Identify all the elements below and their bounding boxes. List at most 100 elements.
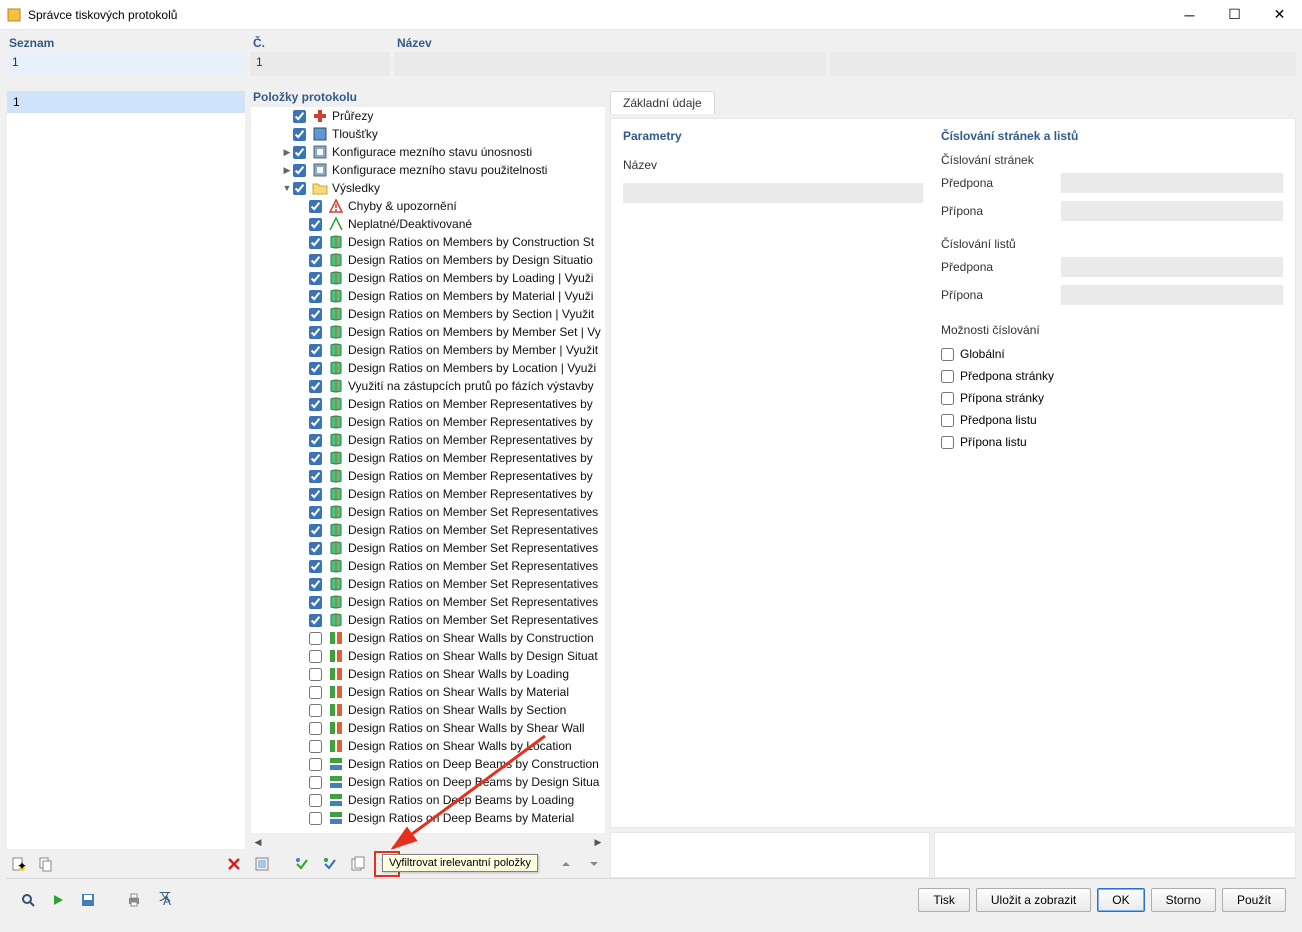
tree-row[interactable]: Chyby & upozornění bbox=[251, 197, 605, 215]
tree-row[interactable]: Design Ratios on Shear Walls by Loading bbox=[251, 665, 605, 683]
footer-save-button[interactable] bbox=[76, 888, 100, 912]
tree-checkbox[interactable] bbox=[309, 200, 322, 213]
tree-checkbox[interactable] bbox=[309, 470, 322, 483]
tree-row[interactable]: Design Ratios on Members by Design Situa… bbox=[251, 251, 605, 269]
tree-checkbox[interactable] bbox=[293, 182, 306, 195]
tree-row[interactable]: Design Ratios on Member Representatives … bbox=[251, 485, 605, 503]
tree-checkbox[interactable] bbox=[309, 434, 322, 447]
tree-checkbox[interactable] bbox=[309, 614, 322, 627]
tab-basic-data[interactable]: Základní údaje bbox=[610, 91, 715, 114]
multi-button[interactable] bbox=[346, 852, 370, 876]
opt-sheet-suffix-cb[interactable] bbox=[941, 436, 954, 449]
expander-icon[interactable]: ▼ bbox=[281, 183, 293, 193]
tree-checkbox[interactable] bbox=[309, 560, 322, 573]
delete-button[interactable] bbox=[222, 852, 246, 876]
pouzit-button[interactable]: Použít bbox=[1222, 888, 1286, 912]
opt-sheet-prefix-cb[interactable] bbox=[941, 414, 954, 427]
tree-checkbox[interactable] bbox=[309, 398, 322, 411]
tree-row[interactable]: Design Ratios on Member Representatives … bbox=[251, 395, 605, 413]
tree-row[interactable]: Design Ratios on Deep Beams by Construct… bbox=[251, 755, 605, 773]
tisk-button[interactable]: Tisk bbox=[918, 888, 970, 912]
maximize-button[interactable]: ☐ bbox=[1212, 0, 1257, 30]
tree-checkbox[interactable] bbox=[309, 704, 322, 717]
tree-row[interactable]: Design Ratios on Shear Walls by Material bbox=[251, 683, 605, 701]
tree-row[interactable]: Design Ratios on Members by Material | V… bbox=[251, 287, 605, 305]
tree-row[interactable]: Design Ratios on Member Representatives … bbox=[251, 413, 605, 431]
tree-checkbox[interactable] bbox=[309, 542, 322, 555]
tree-checkbox[interactable] bbox=[309, 308, 322, 321]
tree-row[interactable]: Design Ratios on Members by Location | V… bbox=[251, 359, 605, 377]
tree-row[interactable]: Design Ratios on Members by Member Set |… bbox=[251, 323, 605, 341]
tree-checkbox[interactable] bbox=[309, 488, 322, 501]
page-prefix-field[interactable] bbox=[1061, 173, 1283, 193]
tree-checkbox[interactable] bbox=[309, 578, 322, 591]
tree-row[interactable]: Design Ratios on Deep Beams by Material bbox=[251, 809, 605, 827]
tree-checkbox[interactable] bbox=[309, 506, 322, 519]
tree-row[interactable]: Design Ratios on Member Representatives … bbox=[251, 449, 605, 467]
sheet-prefix-field[interactable] bbox=[1061, 257, 1283, 277]
page-suffix-field[interactable] bbox=[1061, 201, 1283, 221]
protocol-list[interactable]: 1 bbox=[6, 90, 246, 850]
tree-row[interactable]: Tloušťky bbox=[251, 125, 605, 143]
tree-checkbox[interactable] bbox=[309, 776, 322, 789]
tree-checkbox[interactable] bbox=[309, 452, 322, 465]
tree-checkbox[interactable] bbox=[309, 794, 322, 807]
tree-row[interactable]: Průřezy bbox=[251, 107, 605, 125]
toolbar-btn-1[interactable] bbox=[250, 852, 274, 876]
tree-row[interactable]: Design Ratios on Member Set Representati… bbox=[251, 575, 605, 593]
move-up-button[interactable] bbox=[554, 852, 578, 876]
tree-row[interactable]: ▶Konfigurace mezního stavu únosnosti bbox=[251, 143, 605, 161]
footer-run-button[interactable] bbox=[46, 888, 70, 912]
tree-checkbox[interactable] bbox=[293, 128, 306, 141]
opt-global-cb[interactable] bbox=[941, 348, 954, 361]
tree-row[interactable]: Design Ratios on Members by Loading | Vy… bbox=[251, 269, 605, 287]
tree-checkbox[interactable] bbox=[293, 110, 306, 123]
tree-checkbox[interactable] bbox=[309, 218, 322, 231]
uncheck-all-button[interactable] bbox=[318, 852, 342, 876]
tree-checkbox[interactable] bbox=[309, 236, 322, 249]
tree-row[interactable]: Design Ratios on Members by Construction… bbox=[251, 233, 605, 251]
footer-lang-button[interactable] bbox=[152, 888, 176, 912]
footer-search-button[interactable] bbox=[16, 888, 40, 912]
tree-row[interactable]: Využití na zástupcích prutů po fázích vý… bbox=[251, 377, 605, 395]
tree-checkbox[interactable] bbox=[309, 254, 322, 267]
tree-row[interactable]: Design Ratios on Deep Beams by Loading bbox=[251, 791, 605, 809]
tree-row[interactable]: ▼Výsledky bbox=[251, 179, 605, 197]
check-all-button[interactable] bbox=[290, 852, 314, 876]
tree-row[interactable]: Design Ratios on Shear Walls by Construc… bbox=[251, 629, 605, 647]
new-button[interactable] bbox=[6, 852, 30, 876]
close-button[interactable]: ✕ bbox=[1257, 0, 1302, 30]
storno-button[interactable]: Storno bbox=[1151, 888, 1216, 912]
tree-checkbox[interactable] bbox=[309, 632, 322, 645]
tree-row[interactable]: Design Ratios on Shear Walls by Shear Wa… bbox=[251, 719, 605, 737]
expander-icon[interactable]: ▶ bbox=[281, 165, 293, 176]
ok-button[interactable]: OK bbox=[1097, 888, 1144, 912]
tree-checkbox[interactable] bbox=[309, 740, 322, 753]
tree-row[interactable]: Design Ratios on Shear Walls by Section bbox=[251, 701, 605, 719]
tree-checkbox[interactable] bbox=[309, 326, 322, 339]
tree-checkbox[interactable] bbox=[309, 524, 322, 537]
ulozit-button[interactable]: Uložit a zobrazit bbox=[976, 888, 1091, 912]
sheet-suffix-field[interactable] bbox=[1061, 285, 1283, 305]
tree-checkbox[interactable] bbox=[309, 668, 322, 681]
tree-row[interactable]: Design Ratios on Members by Section | Vy… bbox=[251, 305, 605, 323]
tree-checkbox[interactable] bbox=[309, 272, 322, 285]
tree-checkbox[interactable] bbox=[309, 686, 322, 699]
tree-checkbox[interactable] bbox=[309, 650, 322, 663]
tree-row[interactable]: Design Ratios on Member Set Representati… bbox=[251, 611, 605, 629]
tree-row[interactable]: Design Ratios on Members by Member | Vyu… bbox=[251, 341, 605, 359]
tree-row[interactable]: Design Ratios on Member Set Representati… bbox=[251, 593, 605, 611]
tree-checkbox[interactable] bbox=[309, 380, 322, 393]
opt-page-suffix-cb[interactable] bbox=[941, 392, 954, 405]
footer-print-button[interactable] bbox=[122, 888, 146, 912]
tree-checkbox[interactable] bbox=[309, 722, 322, 735]
protocol-tree[interactable]: PrůřezyTloušťky▶Konfigurace mezního stav… bbox=[251, 107, 605, 827]
seznam-value[interactable]: 1 bbox=[6, 52, 246, 76]
copy-button[interactable] bbox=[34, 852, 58, 876]
tree-row[interactable]: Design Ratios on Member Set Representati… bbox=[251, 503, 605, 521]
tree-checkbox[interactable] bbox=[309, 344, 322, 357]
tree-row[interactable]: Design Ratios on Member Set Representati… bbox=[251, 557, 605, 575]
tree-scrollbar[interactable]: ◀▶ bbox=[250, 834, 606, 850]
tree-row[interactable]: ▶Konfigurace mezního stavu použitelnosti bbox=[251, 161, 605, 179]
tree-checkbox[interactable] bbox=[309, 596, 322, 609]
